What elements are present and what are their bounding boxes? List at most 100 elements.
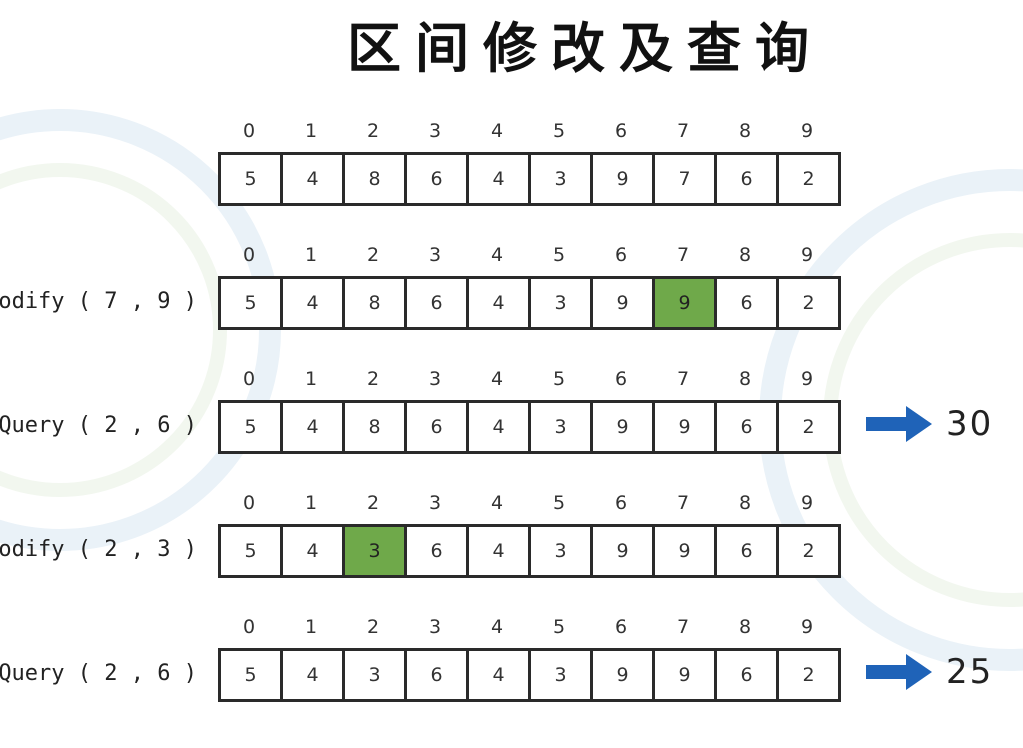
array-cells: 5486439962 bbox=[218, 276, 841, 330]
index-label: 9 bbox=[800, 244, 814, 266]
operation-label: Query ( 2 , 6 ) bbox=[0, 661, 197, 686]
array-cell: 9 bbox=[593, 403, 655, 451]
array-cell: 8 bbox=[345, 403, 407, 451]
array-cell: 9 bbox=[593, 279, 655, 327]
operation-label: Modify ( 7 , 9 ) bbox=[0, 289, 197, 314]
index-labels: 0 1 2 3 4 5 6 7 8 9 bbox=[218, 616, 838, 638]
array-cell: 2 bbox=[779, 651, 838, 699]
array-cell: 6 bbox=[717, 527, 779, 575]
array-cells: 5436439962 bbox=[218, 648, 841, 702]
result-value: 30 bbox=[946, 404, 994, 444]
operation-label: Query ( 2 , 6 ) bbox=[0, 413, 197, 438]
array-cell: 6 bbox=[407, 279, 469, 327]
index-label: 8 bbox=[738, 492, 752, 514]
array-cell: 6 bbox=[407, 403, 469, 451]
index-label: 4 bbox=[490, 120, 504, 142]
array-row: Modify ( 7 , 9 ) 0 1 2 3 4 5 6 7 8 9 5 4 8 6 4 3 9 9 6 2 bbox=[0, 244, 1023, 344]
index-label: 5 bbox=[552, 492, 566, 514]
index-label: 1 bbox=[304, 244, 318, 266]
index-label: 5 bbox=[552, 368, 566, 390]
index-label: 6 bbox=[614, 616, 628, 638]
array-cell: 8 bbox=[345, 279, 407, 327]
index-label: 0 bbox=[242, 120, 256, 142]
array-cell: 5 bbox=[221, 651, 283, 699]
array-cell: 4 bbox=[283, 527, 345, 575]
array-cell: 4 bbox=[283, 403, 345, 451]
query-result: 30 bbox=[866, 404, 993, 444]
array-cell: 4 bbox=[283, 279, 345, 327]
index-label: 4 bbox=[490, 492, 504, 514]
index-label: 3 bbox=[428, 368, 442, 390]
right-arrow-icon bbox=[866, 406, 932, 442]
array-cells: 5486439762 bbox=[218, 152, 841, 206]
index-label: 1 bbox=[304, 368, 318, 390]
array-cell: 6 bbox=[717, 155, 779, 203]
index-label: 9 bbox=[800, 616, 814, 638]
array-cell: 2 bbox=[779, 527, 838, 575]
array-cell-modified: 3 bbox=[345, 527, 407, 575]
array-cell: 6 bbox=[717, 403, 779, 451]
array-cell-modified: 9 bbox=[655, 279, 717, 327]
index-label: 5 bbox=[552, 616, 566, 638]
array-cell: 4 bbox=[469, 403, 531, 451]
array-cell: 9 bbox=[593, 527, 655, 575]
array-cell: 6 bbox=[717, 279, 779, 327]
index-label: 7 bbox=[676, 368, 690, 390]
index-label: 3 bbox=[428, 244, 442, 266]
page-title: 区间修改及查询 bbox=[347, 17, 823, 80]
index-label: 4 bbox=[490, 616, 504, 638]
array-cell: 3 bbox=[531, 651, 593, 699]
index-label: 7 bbox=[676, 616, 690, 638]
index-label: 4 bbox=[490, 244, 504, 266]
array-cell: 9 bbox=[655, 651, 717, 699]
array-cell: 3 bbox=[345, 651, 407, 699]
index-label: 0 bbox=[242, 492, 256, 514]
index-label: 2 bbox=[366, 244, 380, 266]
index-label: 2 bbox=[366, 120, 380, 142]
array-cell: 5 bbox=[221, 403, 283, 451]
index-label: 8 bbox=[738, 616, 752, 638]
index-label: 3 bbox=[428, 120, 442, 142]
array-cell: 5 bbox=[221, 279, 283, 327]
array-cell: 2 bbox=[779, 155, 838, 203]
index-label: 0 bbox=[242, 244, 256, 266]
index-label: 5 bbox=[552, 244, 566, 266]
array-cells: 5486439962 bbox=[218, 400, 841, 454]
index-label: 9 bbox=[800, 368, 814, 390]
index-label: 6 bbox=[614, 244, 628, 266]
array-cell: 9 bbox=[593, 651, 655, 699]
array-cell: 3 bbox=[531, 527, 593, 575]
array-cell: 2 bbox=[779, 403, 838, 451]
index-label: 9 bbox=[800, 492, 814, 514]
array-cell: 4 bbox=[469, 527, 531, 575]
array-cell: 7 bbox=[655, 155, 717, 203]
array-cell: 6 bbox=[407, 651, 469, 699]
index-label: 6 bbox=[614, 492, 628, 514]
array-cell: 3 bbox=[531, 155, 593, 203]
index-label: 3 bbox=[428, 492, 442, 514]
index-label: 9 bbox=[800, 120, 814, 142]
index-label: 1 bbox=[304, 492, 318, 514]
index-label: 1 bbox=[304, 120, 318, 142]
index-label: 1 bbox=[304, 616, 318, 638]
index-label: 8 bbox=[738, 244, 752, 266]
array-cell: 4 bbox=[283, 651, 345, 699]
array-cell: 6 bbox=[407, 155, 469, 203]
array-cell: 9 bbox=[593, 155, 655, 203]
array-cell: 4 bbox=[469, 155, 531, 203]
query-result: 25 bbox=[866, 652, 993, 692]
index-label: 3 bbox=[428, 616, 442, 638]
index-labels: 0 1 2 3 4 5 6 7 8 9 bbox=[218, 492, 838, 514]
index-label: 0 bbox=[242, 616, 256, 638]
array-cell: 3 bbox=[531, 279, 593, 327]
index-label: 6 bbox=[614, 368, 628, 390]
array-row: Query ( 2 , 6 ) 0 1 2 3 4 5 6 7 8 9 5 4 3 6 4 3 9 9 6 2 25 bbox=[0, 616, 1023, 716]
array-cell: 6 bbox=[407, 527, 469, 575]
index-label: 7 bbox=[676, 244, 690, 266]
index-label: 0 bbox=[242, 368, 256, 390]
operation-label: Modify ( 2 , 3 ) bbox=[0, 537, 197, 562]
array-cell: 3 bbox=[531, 403, 593, 451]
array-row: 01234567895486439762 bbox=[0, 120, 1023, 220]
array-cell: 4 bbox=[469, 279, 531, 327]
result-value: 25 bbox=[946, 652, 994, 692]
